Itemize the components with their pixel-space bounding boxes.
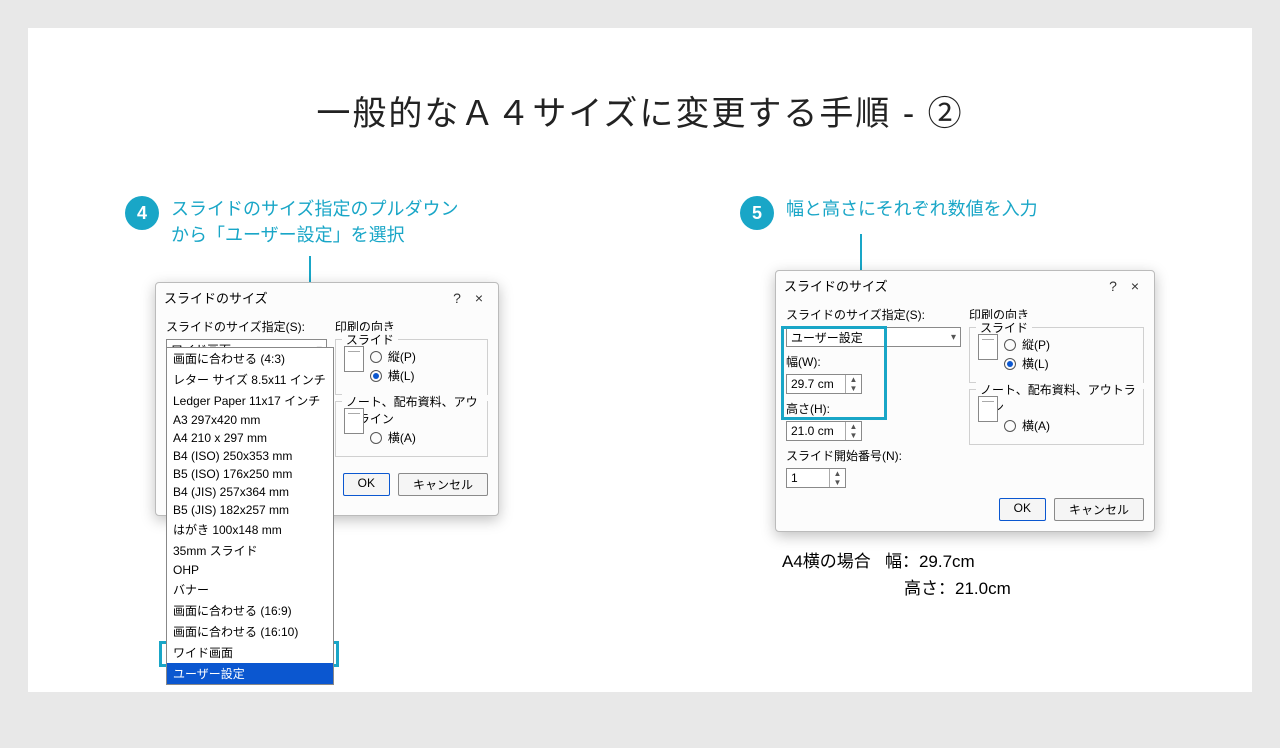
dropdown-option[interactable]: Ledger Paper 11x17 インチ	[167, 390, 333, 411]
dropdown-option[interactable]: 画面に合わせる (16:9)	[167, 600, 333, 621]
dropdown-option[interactable]: OHP	[167, 561, 333, 579]
dropdown-option[interactable]: 35mm スライド	[167, 540, 333, 561]
close-icon[interactable]: ×	[1124, 278, 1146, 294]
help-icon[interactable]: ?	[1102, 278, 1124, 294]
dropdown-option[interactable]: B4 (ISO) 250x353 mm	[167, 447, 333, 465]
dropdown-option[interactable]: 画面に合わせる (16:10)	[167, 621, 333, 642]
a4-summary: A4横の場合 幅：29.7cm 高さ：21.0cm	[782, 548, 1180, 602]
help-icon[interactable]: ?	[446, 290, 468, 306]
step5-header: 5 幅と高さにそれぞれ数値を入力	[740, 196, 1180, 230]
dropdown-option[interactable]: ユーザー設定	[167, 663, 333, 684]
radio-portrait[interactable]: 縦(P)	[1004, 336, 1050, 353]
cancel-button[interactable]: キャンセル	[398, 473, 488, 496]
size-dropdown-value: ユーザー設定	[791, 329, 863, 346]
slide-size-dialog-left: スライドのサイズ ? × スライドのサイズ指定(S): ワイド画面 ▾ 印刷の向…	[155, 282, 499, 516]
step5-text: 幅と高さにそれぞれ数値を入力	[786, 196, 1038, 222]
page-icon	[978, 334, 998, 360]
step5-badge: 5	[740, 196, 774, 230]
page-icon	[978, 396, 998, 422]
dropdown-option[interactable]: A3 297x420 mm	[167, 411, 333, 429]
spinner-down-icon[interactable]: ▼	[830, 478, 845, 487]
spinner-down-icon[interactable]: ▼	[846, 431, 861, 440]
slide-size-dialog-right: スライドのサイズ ? × スライドのサイズ指定(S): ユーザー設定 ▾ 幅(W…	[775, 270, 1155, 532]
start-number-label: スライド開始番号(N):	[786, 447, 961, 464]
height-label: 高さ(H):	[786, 400, 961, 417]
spinner-up-icon[interactable]: ▲	[846, 375, 861, 384]
radio-landscape[interactable]: 横(L)	[1004, 355, 1050, 372]
radio-notes-landscape[interactable]: 横(A)	[1004, 417, 1051, 434]
start-number-input[interactable]: 1 ▲▼	[786, 468, 846, 488]
dropdown-option[interactable]: B5 (ISO) 176x250 mm	[167, 465, 333, 483]
dropdown-option[interactable]: はがき 100x148 mm	[167, 519, 333, 540]
step4-header: 4 スライドのサイズ指定のプルダウン から「ユーザー設定」を選択	[125, 196, 545, 248]
step4-text: スライドのサイズ指定のプルダウン から「ユーザー設定」を選択	[171, 196, 458, 248]
spinner-down-icon[interactable]: ▼	[846, 384, 861, 393]
dropdown-option[interactable]: レター サイズ 8.5x11 インチ	[167, 369, 333, 390]
radio-landscape[interactable]: 横(L)	[370, 367, 416, 384]
page-icon	[344, 408, 364, 434]
dropdown-option[interactable]: B4 (JIS) 257x364 mm	[167, 483, 333, 501]
notes-group-label: ノート、配布資料、アウトライン	[976, 381, 1143, 415]
dropdown-option[interactable]: ワイド画面	[167, 642, 333, 663]
close-icon[interactable]: ×	[468, 290, 490, 306]
dropdown-option[interactable]: バナー	[167, 579, 333, 600]
size-spec-label: スライドのサイズ指定(S):	[786, 306, 961, 323]
dialog-title: スライドのサイズ	[164, 288, 446, 307]
radio-notes-landscape[interactable]: 横(A)	[370, 429, 417, 446]
page-icon	[344, 346, 364, 372]
dialog-title: スライドのサイズ	[784, 276, 1102, 295]
step4-badge: 4	[125, 196, 159, 230]
dropdown-option[interactable]: B5 (JIS) 182x257 mm	[167, 501, 333, 519]
spinner-up-icon[interactable]: ▲	[846, 422, 861, 431]
ok-button[interactable]: OK	[999, 498, 1046, 521]
cancel-button[interactable]: キャンセル	[1054, 498, 1144, 521]
width-label: 幅(W):	[786, 353, 961, 370]
size-dropdown[interactable]: ユーザー設定 ▾	[786, 327, 961, 347]
size-dropdown-list[interactable]: 画面に合わせる (4:3)レター サイズ 8.5x11 インチLedger Pa…	[166, 347, 334, 685]
radio-portrait[interactable]: 縦(P)	[370, 348, 416, 365]
spinner-up-icon[interactable]: ▲	[830, 469, 845, 478]
size-spec-label: スライドのサイズ指定(S):	[166, 318, 327, 335]
page-title: 一般的なＡ４サイズに変更する手順 - ②	[28, 28, 1252, 135]
dropdown-option[interactable]: A4 210 x 297 mm	[167, 429, 333, 447]
height-input[interactable]: 21.0 cm ▲▼	[786, 421, 862, 441]
width-input[interactable]: 29.7 cm ▲▼	[786, 374, 862, 394]
ok-button[interactable]: OK	[343, 473, 390, 496]
dropdown-option[interactable]: 画面に合わせる (4:3)	[167, 348, 333, 369]
chevron-down-icon: ▾	[951, 332, 956, 343]
